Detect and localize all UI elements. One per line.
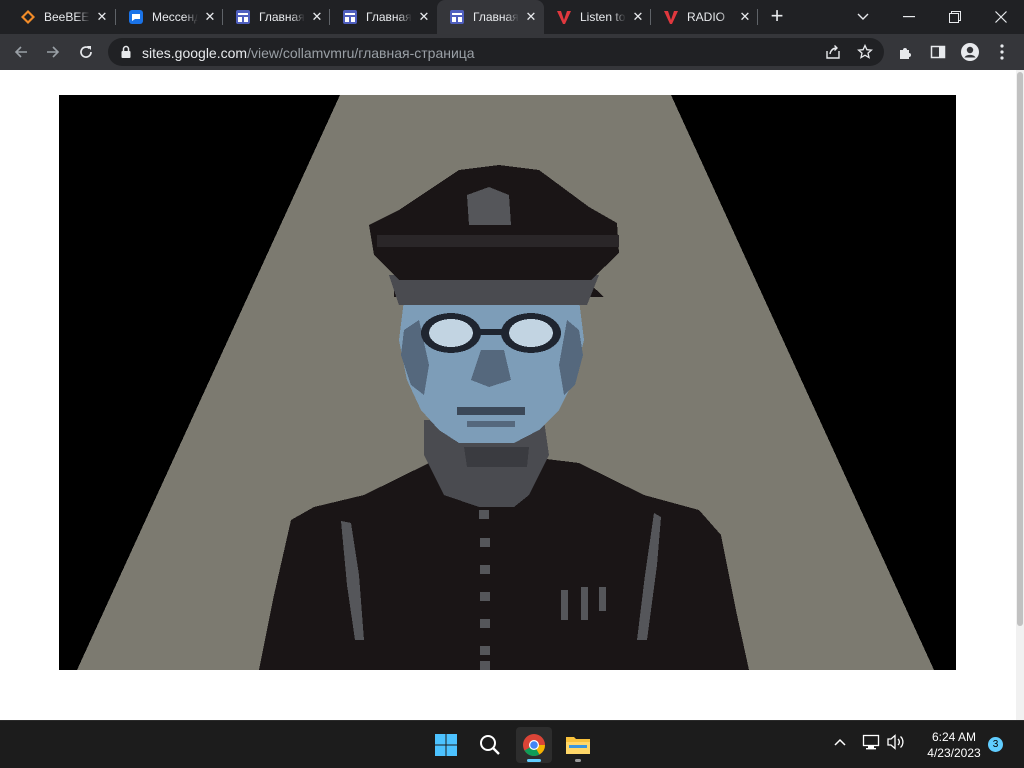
page-content — [0, 70, 1016, 720]
tab-messenger[interactable]: Мессенджер ✕ — [116, 0, 223, 34]
network-icon[interactable] — [862, 734, 880, 753]
close-icon[interactable]: ✕ — [309, 9, 325, 25]
reload-button[interactable] — [73, 39, 99, 65]
minimize-button[interactable] — [886, 0, 932, 34]
extensions-icon[interactable] — [896, 42, 916, 62]
tab-google-sites-1[interactable]: Главная страница ✕ — [223, 0, 330, 34]
v-logo-icon — [663, 9, 679, 25]
system-clock[interactable]: 6:24 AM 4/23/2023 — [914, 729, 994, 761]
hero-image — [59, 95, 956, 670]
close-icon[interactable]: ✕ — [202, 9, 218, 25]
lock-icon[interactable] — [120, 45, 132, 64]
active-indicator — [527, 759, 541, 762]
new-tab-button[interactable]: + — [766, 5, 788, 28]
close-icon[interactable]: ✕ — [523, 9, 539, 25]
v-logo-icon — [556, 9, 572, 25]
google-sites-icon — [449, 9, 465, 25]
messenger-icon — [128, 9, 144, 25]
google-sites-icon — [235, 9, 251, 25]
clock-time: 6:24 AM — [931, 730, 977, 744]
menu-kebab-icon[interactable] — [992, 42, 1012, 62]
back-button[interactable] — [8, 39, 34, 65]
tab-google-sites-active[interactable]: Главная страница ✕ — [437, 0, 544, 34]
close-icon[interactable]: ✕ — [630, 9, 646, 25]
close-icon[interactable]: ✕ — [737, 9, 753, 25]
restore-button[interactable] — [932, 0, 978, 34]
tab-title: Главная страница — [473, 10, 519, 24]
file-explorer-icon[interactable] — [560, 727, 596, 763]
close-window-button[interactable] — [978, 0, 1024, 34]
clock-date: 4/23/2023 — [927, 746, 981, 760]
close-icon[interactable]: ✕ — [94, 9, 110, 25]
url-path: /view/collamvmru/главная-страница — [247, 45, 475, 61]
tab-listen[interactable]: Listen to ✕ — [544, 0, 651, 34]
tab-beebeep[interactable]: BeeBEEP ✕ — [8, 0, 115, 34]
windows-start-icon[interactable] — [428, 727, 464, 763]
tab-title: Мессенджер — [152, 10, 198, 24]
volume-icon[interactable] — [886, 734, 906, 753]
taskbar-search-icon[interactable] — [472, 727, 508, 763]
page-scrollbar[interactable] — [1016, 70, 1024, 720]
tab-title: Listen to — [580, 10, 626, 24]
windows-taskbar: 6:24 AM 4/23/2023 3 — [0, 720, 1024, 768]
url-host: sites.google.com — [142, 45, 248, 61]
close-icon[interactable]: ✕ — [416, 9, 432, 25]
tab-divider — [757, 9, 758, 25]
tab-title: RADIO — [687, 10, 726, 24]
notification-badge[interactable]: 3 — [988, 737, 1003, 752]
tab-google-sites-2[interactable]: Главная страница ✕ — [330, 0, 437, 34]
tab-title: Главная страница — [366, 10, 412, 24]
beebeep-icon — [20, 9, 36, 25]
tab-title: Главная страница — [259, 10, 305, 24]
chrome-app-icon[interactable] — [516, 727, 552, 763]
url-text[interactable]: sites.google.com/view/collamvmru/главная… — [142, 45, 475, 61]
profile-avatar-icon[interactable] — [960, 42, 980, 62]
tab-search-icon[interactable] — [840, 0, 886, 34]
browser-toolbar: sites.google.com/view/collamvmru/главная… — [0, 34, 1024, 70]
tab-radio[interactable]: RADIO ✕ — [651, 0, 758, 34]
forward-button[interactable] — [40, 39, 66, 65]
share-icon[interactable] — [824, 43, 842, 61]
tray-overflow-chevron-icon[interactable] — [834, 735, 846, 749]
scrollbar-thumb[interactable] — [1017, 72, 1023, 626]
tab-title: BeeBEEP — [44, 10, 90, 24]
side-panel-icon[interactable] — [928, 42, 948, 62]
bookmark-star-icon[interactable] — [856, 43, 874, 61]
address-bar[interactable]: sites.google.com/view/collamvmru/главная… — [108, 38, 884, 66]
officer-illustration — [59, 95, 956, 670]
google-sites-icon — [342, 9, 358, 25]
running-indicator — [575, 759, 581, 762]
tab-strip: BeeBEEP ✕ Мессенджер ✕ Главная страница … — [0, 0, 1024, 34]
